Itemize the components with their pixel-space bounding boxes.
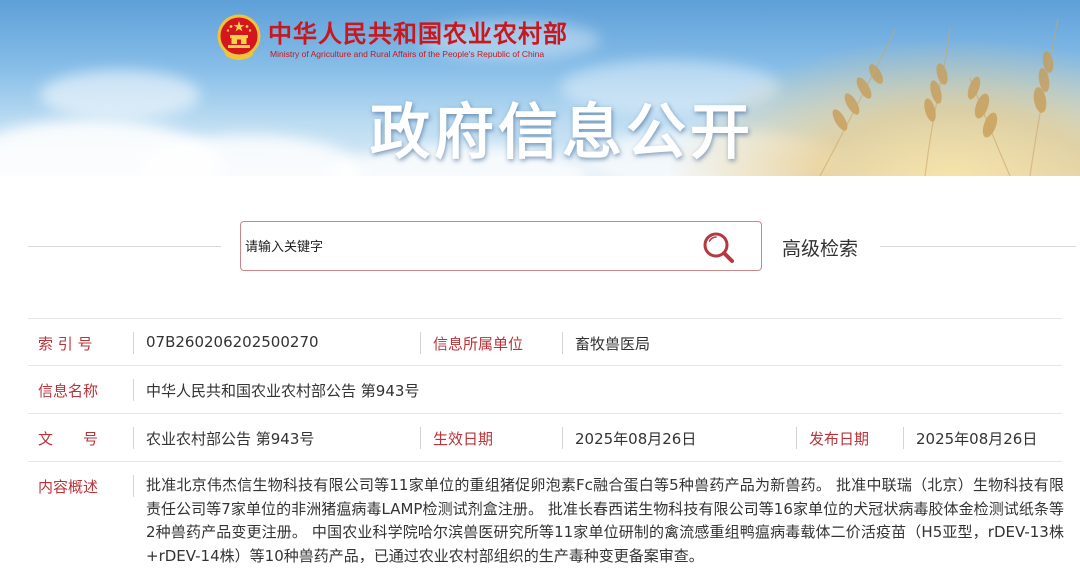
- table-top-line: [28, 318, 1062, 319]
- cell-divider: [133, 332, 134, 354]
- divider-right: [880, 246, 1076, 247]
- divider-left: [28, 246, 221, 247]
- wheat-decoration: [819, 17, 1059, 176]
- cell-divider: [562, 427, 563, 449]
- name-value: 中华人民共和国农业农村部公告 第943号: [146, 382, 420, 400]
- search-icon[interactable]: [700, 230, 738, 264]
- doc-label: 文 号: [38, 430, 99, 448]
- cell-divider: [133, 379, 134, 401]
- search-box: [240, 221, 762, 271]
- search-input[interactable]: [243, 232, 687, 262]
- effective-date-value: 2025年08月26日: [575, 430, 697, 448]
- index-value: 07B260206202500270: [146, 333, 319, 351]
- ministry-name-en: Ministry of Agriculture and Rural Affair…: [270, 49, 545, 59]
- row-divider: [28, 365, 1062, 366]
- cell-divider: [562, 332, 563, 354]
- cell-divider: [420, 427, 421, 449]
- name-label: 信息名称: [38, 382, 99, 400]
- banner: 中华人民共和国农业农村部 Ministry of Agriculture and…: [0, 0, 1080, 176]
- national-emblem-icon: [217, 14, 261, 60]
- unit-label: 信息所属单位: [433, 335, 524, 353]
- publish-date-value: 2025年08月26日: [916, 430, 1038, 448]
- effective-date-label: 生效日期: [433, 430, 494, 448]
- doc-value: 农业农村部公告 第943号: [146, 430, 315, 448]
- index-label: 索 引 号: [38, 335, 93, 353]
- cell-divider: [420, 332, 421, 354]
- cell-divider: [796, 427, 797, 449]
- publish-date-label: 发布日期: [809, 430, 870, 448]
- ministry-name-cn: 中华人民共和国农业农村部: [268, 20, 568, 48]
- cell-divider: [133, 427, 134, 449]
- cell-divider: [903, 427, 904, 449]
- unit-value: 畜牧兽医局: [575, 335, 651, 353]
- summary-label: 内容概述: [38, 478, 99, 496]
- advanced-search-link[interactable]: 高级检索: [782, 234, 858, 261]
- cell-divider: [133, 475, 134, 497]
- row-divider: [28, 413, 1062, 414]
- banner-title: 政府信息公开: [370, 98, 754, 168]
- row-divider: [28, 461, 1062, 462]
- summary-text: 批准北京伟杰信生物科技有限公司等11家单位的重组猪促卵泡素Fc融合蛋白等5种兽药…: [146, 476, 1064, 565]
